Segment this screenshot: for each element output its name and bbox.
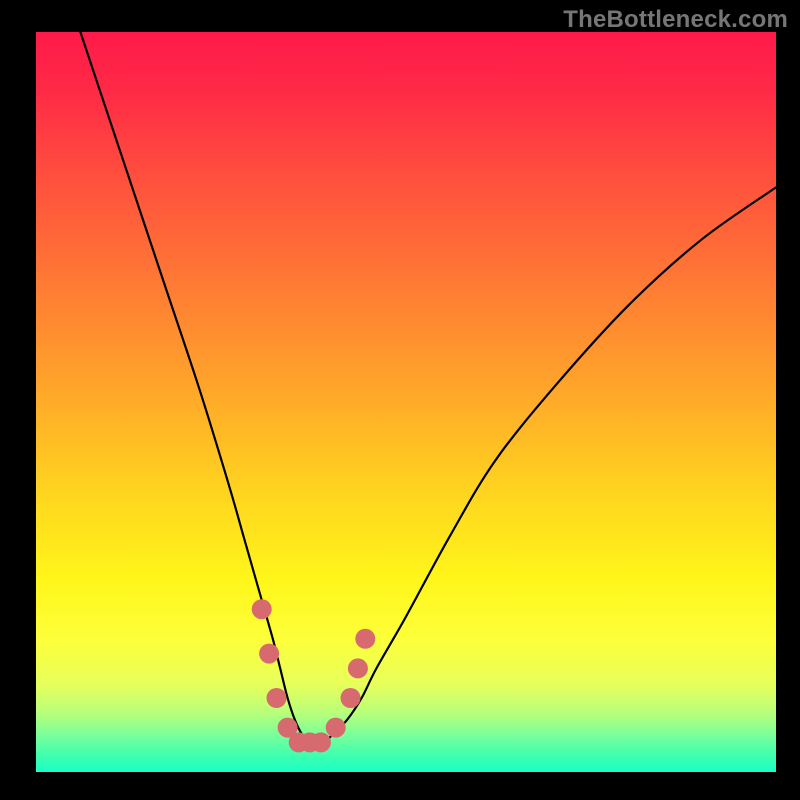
curve-marker bbox=[252, 599, 272, 619]
curve-marker bbox=[259, 644, 279, 664]
curve-marker bbox=[267, 688, 287, 708]
curve-markers bbox=[252, 599, 376, 752]
chart-plot-area bbox=[36, 32, 776, 772]
chart-frame: TheBottleneck.com bbox=[0, 0, 800, 800]
curve-marker bbox=[355, 629, 375, 649]
curve-marker bbox=[311, 732, 331, 752]
curve-marker bbox=[341, 688, 361, 708]
curve-marker bbox=[348, 658, 368, 678]
bottleneck-curve bbox=[80, 32, 776, 743]
curve-marker bbox=[326, 718, 346, 738]
watermark-text: TheBottleneck.com bbox=[563, 6, 788, 34]
chart-svg bbox=[36, 32, 776, 772]
